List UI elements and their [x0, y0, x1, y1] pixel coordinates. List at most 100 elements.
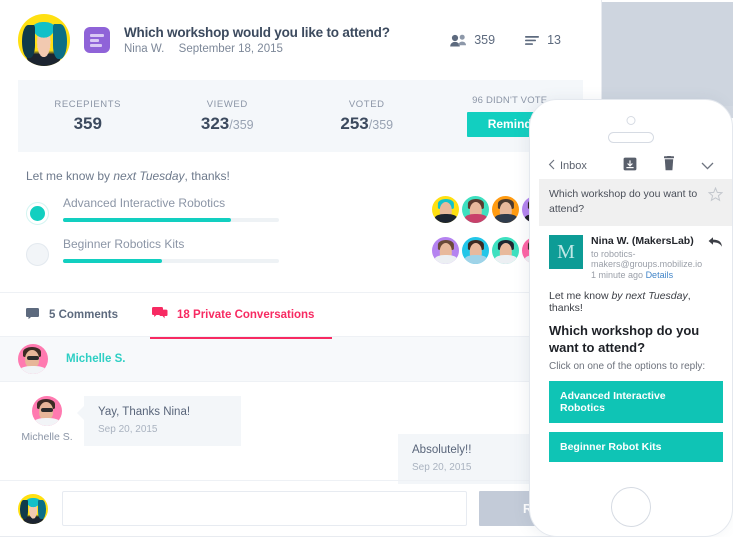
- recipients-stat[interactable]: 359: [450, 33, 495, 47]
- poll-card: Which workshop would you like to attend?…: [0, 0, 602, 537]
- stat-voted: VOTED 253/359: [297, 99, 437, 134]
- tab-bar: 5 Comments 18 Private Conversations: [0, 292, 601, 339]
- stat-number: 253: [340, 113, 369, 133]
- message-list: Michelle S. Yay, Thanks Nina! Sep 20, 20…: [0, 382, 601, 494]
- phone-home-button[interactable]: [611, 487, 651, 527]
- mail-toolbar: Inbox: [539, 153, 732, 179]
- thread-participant-name: Michelle S.: [66, 353, 126, 365]
- stat-value: 253/359: [297, 114, 437, 134]
- star-outline-icon[interactable]: [702, 186, 724, 207]
- page-title: Which workshop would you like to attend?: [124, 25, 390, 40]
- message-bubble-outgoing: Absolutely!! Sep 20, 2015: [398, 434, 548, 484]
- stats-bar: RECEPIENTS 359 VIEWED 323/359 VOTED 253/…: [18, 80, 583, 152]
- recipients-count: 359: [474, 33, 496, 47]
- voter-avatar[interactable]: [462, 237, 490, 264]
- poll-section: Let me know by next Tuesday, thanks! Adv…: [0, 152, 601, 292]
- voter-avatar[interactable]: [432, 196, 460, 223]
- stat-value: 359: [18, 114, 158, 134]
- stat-recipients: RECEPIENTS 359: [18, 99, 158, 134]
- replies-count: 13: [547, 33, 561, 47]
- michelle-avatar[interactable]: [32, 396, 62, 426]
- mail-sender-row: M Nina W. (MakersLab) to robotics-makers…: [549, 235, 723, 280]
- poll-option-row[interactable]: Beginner Robotics Kits: [26, 237, 583, 266]
- reply-input[interactable]: [62, 491, 467, 526]
- message-time: Sep 20, 2015: [412, 462, 472, 473]
- voter-avatar[interactable]: [492, 237, 520, 264]
- sender-recipient: to robotics-makers@groups.mobilize.io: [591, 249, 703, 270]
- mail-toolbar-actions: [623, 156, 724, 176]
- tab-private-conversations[interactable]: 18 Private Conversations: [150, 293, 333, 339]
- voter-avatar[interactable]: [432, 237, 460, 264]
- tab-label: 5 Comments: [49, 308, 119, 321]
- mail-note-emphasis: by next Tuesday: [611, 290, 688, 303]
- thread-header[interactable]: Michelle S.: [0, 336, 601, 382]
- stat-label: VIEWED: [206, 98, 248, 110]
- mail-body: M Nina W. (MakersLab) to robotics-makers…: [539, 226, 732, 479]
- header-text-block: Which workshop would you like to attend?…: [124, 25, 450, 55]
- stat-denominator: /359: [368, 117, 394, 132]
- poll-option-body: Advanced Interactive Robotics: [63, 196, 279, 222]
- nina-avatar[interactable]: [18, 14, 70, 66]
- stat-value: 323/359: [158, 114, 298, 134]
- phone-mockup: Inbox Which workshop do you want to atte…: [529, 99, 733, 537]
- author-name: Nina W.: [124, 43, 165, 55]
- nina-avatar[interactable]: [18, 493, 48, 524]
- back-label: Inbox: [560, 160, 587, 172]
- replies-stat[interactable]: 13: [525, 33, 561, 47]
- message-text: Absolutely!!: [412, 444, 472, 456]
- sender-details: Nina W. (MakersLab) to robotics-makers@g…: [591, 235, 704, 280]
- mail-question: Which workshop do you want to attend?: [549, 323, 700, 356]
- sender-time-row: 1 minute ago Details: [591, 270, 704, 280]
- poll-note: Let me know by next Tuesday, thanks!: [26, 169, 583, 183]
- poll-progress-track: [63, 218, 279, 222]
- reply-bar: Reply: [0, 480, 601, 536]
- trash-icon[interactable]: [663, 156, 675, 176]
- message-bubble: Yay, Thanks Nina! Sep 20, 2015: [77, 396, 241, 446]
- poll-progress-fill: [63, 259, 163, 263]
- poll-note-emphasis: next Tuesday: [113, 169, 185, 183]
- voter-avatar[interactable]: [492, 196, 520, 223]
- mail-click-hint: Click on one of the options to reply:: [549, 361, 706, 373]
- poll-option-label: Advanced Interactive Robotics: [63, 196, 226, 210]
- chevron-left-icon: [548, 159, 555, 173]
- michelle-avatar[interactable]: [18, 344, 48, 374]
- back-to-inbox-button[interactable]: Inbox: [548, 159, 587, 173]
- post-date: September 18, 2015: [178, 43, 283, 55]
- stat-number: 359: [73, 113, 102, 133]
- poll-option-label: Beginner Robotics Kits: [63, 237, 185, 251]
- people-icon: [450, 34, 467, 47]
- poll-progress-fill: [63, 218, 232, 222]
- comment-icon: [26, 306, 40, 324]
- archive-icon[interactable]: [623, 157, 637, 176]
- poll-option-row[interactable]: Advanced Interactive Robotics: [26, 196, 583, 225]
- poll-note-suffix: , thanks!: [184, 169, 230, 183]
- message-author-name: Michelle S.: [21, 431, 73, 443]
- header-stats: 359 13: [450, 33, 561, 47]
- stat-label: VOTED: [348, 98, 385, 110]
- card-header: Which workshop would you like to attend?…: [0, 0, 601, 80]
- sender-name: Nina W. (MakersLab): [591, 235, 694, 248]
- background-panel: [601, 2, 733, 106]
- stat-label: RECEPIENTS: [54, 98, 122, 110]
- stat-number: 323: [200, 113, 230, 133]
- mail-note-prefix: Let me know: [549, 290, 612, 303]
- chevron-down-icon[interactable]: [701, 157, 714, 175]
- stat-viewed: VIEWED 323/359: [158, 99, 298, 134]
- voter-avatar[interactable]: [462, 196, 490, 223]
- mail-option-button[interactable]: Beginner Robot Kits: [549, 432, 723, 463]
- mail-timestamp: 1 minute ago: [591, 270, 644, 281]
- phone-speaker: [608, 132, 654, 143]
- screenshot-root: Which workshop would you like to attend?…: [0, 0, 733, 537]
- phone-screen: Inbox Which workshop do you want to atte…: [539, 153, 732, 479]
- sender-monogram-avatar: M: [549, 235, 583, 270]
- tab-comments[interactable]: 5 Comments: [26, 293, 118, 336]
- list-lines-icon: [525, 35, 540, 46]
- phone-camera-icon: [626, 116, 636, 125]
- poll-radio-unselected[interactable]: [26, 243, 49, 266]
- reply-arrow-icon[interactable]: [708, 235, 723, 253]
- poll-radio-selected[interactable]: [26, 202, 49, 225]
- mail-details-link[interactable]: Details: [646, 270, 674, 280]
- mail-option-button[interactable]: Advanced Interactive Robotics: [549, 381, 723, 424]
- private-conversation-icon: [152, 306, 168, 324]
- mail-subject-text: Which workshop do you want to attend?: [549, 188, 698, 216]
